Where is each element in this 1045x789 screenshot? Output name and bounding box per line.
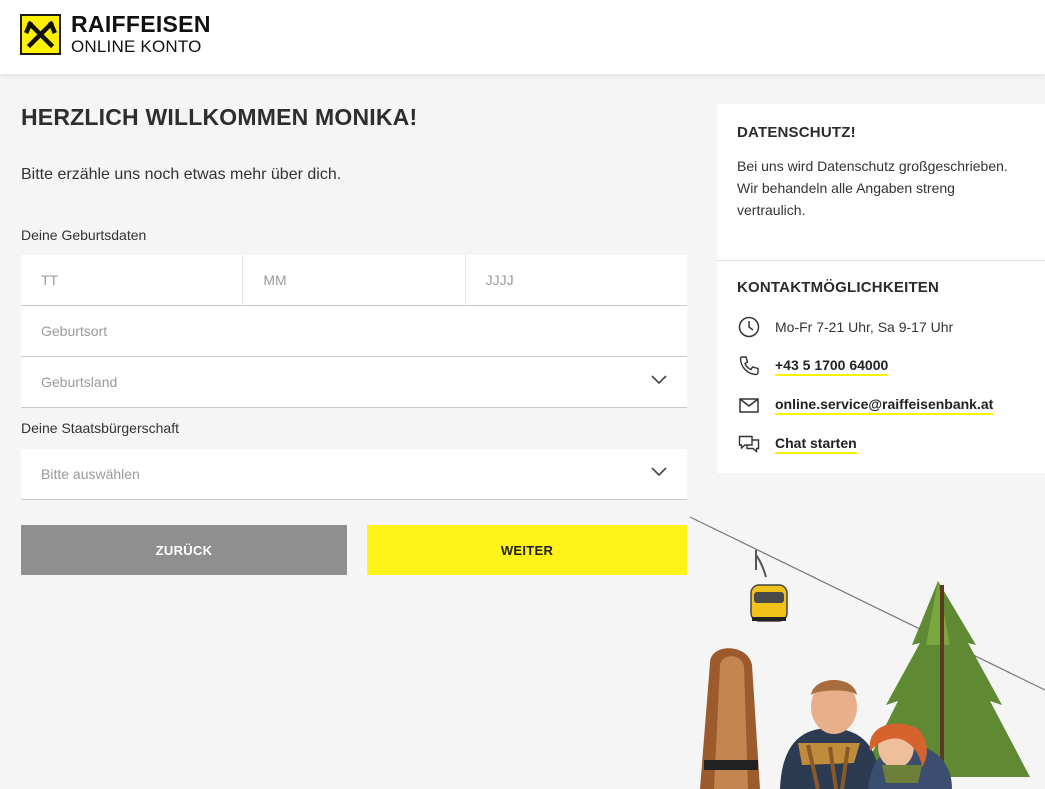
contact-hours: Mo-Fr 7-21 Uhr, Sa 9-17 Uhr — [737, 315, 953, 339]
contact-title: KONTAKTMÖGLICHKEITEN — [737, 279, 940, 296]
privacy-text: Bei uns wird Datenschutz großgeschrieben… — [737, 158, 1008, 218]
info-sidebar: DATENSCHUTZ! Bei uns wird Datenschutz gr… — [717, 104, 1045, 473]
page-title: HERZLICH WILLKOMMEN MONIKA! — [21, 104, 418, 130]
birth-day-input[interactable]: TT — [21, 255, 243, 306]
raiffeisen-logo-icon — [20, 13, 61, 55]
next-button[interactable]: WEITER — [367, 525, 687, 575]
birthplace-placeholder: Geburtsort — [41, 323, 108, 339]
citizenship-row: Bitte auswählen — [21, 449, 687, 500]
chat-icon — [738, 435, 760, 454]
birth-year-input[interactable]: JJJJ — [464, 255, 687, 306]
birthplace-row: Geburtsort — [21, 306, 687, 357]
contact-phone[interactable]: +43 5 1700 64000 — [737, 354, 889, 378]
hours-text: Mo-Fr 7-21 Uhr, Sa 9-17 Uhr — [775, 319, 954, 335]
product-name: ONLINE KONTO — [71, 37, 202, 56]
chevron-down-icon — [651, 467, 667, 477]
main-form-area: HERZLICH WILLKOMMEN MONIKA! Bitte erzähl… — [21, 104, 687, 575]
contact-chat[interactable]: Chat starten — [737, 432, 857, 456]
birthplace-input[interactable]: Geburtsort — [21, 306, 687, 357]
birthcountry-row: Geburtsland — [21, 357, 687, 408]
raiffeisen-logo[interactable]: RAIFFEISEN ONLINE KONTO — [20, 13, 211, 55]
birth-data-label: Deine Geburtsdaten — [21, 227, 147, 243]
page-intro: Bitte erzähle uns noch etwas mehr über d… — [21, 166, 342, 183]
citizenship-select[interactable]: Bitte auswählen — [21, 449, 687, 500]
chat-link[interactable]: Chat starten — [775, 435, 857, 454]
contact-email[interactable]: online.service@raiffeisenbank.at — [737, 393, 994, 417]
sidebar-divider — [717, 260, 1045, 261]
phone-link[interactable]: +43 5 1700 64000 — [775, 357, 889, 376]
citizenship-placeholder: Bitte auswählen — [41, 466, 140, 482]
brand-name: RAIFFEISEN — [71, 11, 211, 37]
birth-month-input[interactable]: MM — [242, 255, 465, 306]
email-link[interactable]: online.service@raiffeisenbank.at — [775, 396, 994, 415]
privacy-box: DATENSCHUTZ! Bei uns wird Datenschutz gr… — [717, 104, 1045, 221]
top-header: RAIFFEISEN ONLINE KONTO — [0, 0, 1045, 74]
birthcountry-placeholder: Geburtsland — [41, 374, 118, 390]
birthdate-row: TT MM JJJJ — [21, 255, 687, 306]
phone-icon — [739, 356, 759, 376]
chevron-down-icon — [651, 375, 667, 385]
mail-icon — [739, 398, 759, 413]
birth-year-placeholder: JJJJ — [485, 272, 514, 288]
privacy-title: DATENSCHUTZ! — [737, 124, 856, 141]
citizenship-label: Deine Staatsbürgerschaft — [21, 420, 179, 436]
birth-month-placeholder: MM — [263, 272, 287, 288]
birth-day-placeholder: TT — [41, 272, 59, 288]
clock-icon — [738, 316, 760, 338]
birthcountry-select[interactable]: Geburtsland — [21, 357, 687, 408]
back-button[interactable]: ZURÜCK — [21, 525, 347, 575]
winter-illustration — [689, 515, 1045, 789]
